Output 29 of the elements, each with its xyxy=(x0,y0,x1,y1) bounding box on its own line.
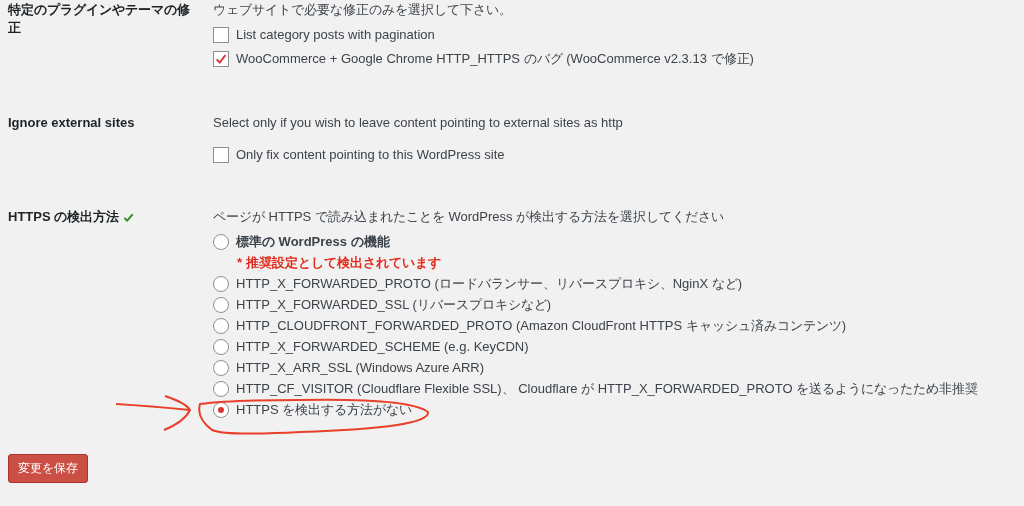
option-label: HTTP_CLOUDFRONT_FORWARDED_PROTO (Amazon CloudFront HTTPS キャッシュ済みコンテンツ) xyxy=(236,317,847,335)
option-label: HTTP_CF_VISITOR (Cloudflare Flexible SSL)、 Cloudflare が HTTP_X_FORWARDED_PROTO を送るようになったため非推奨 xyxy=(236,380,979,398)
save-button[interactable]: 変更を保存 xyxy=(8,454,88,483)
option-label: WooCommerce + Google Chrome HTTP_HTTPS のバグ (WooCommerce v2.3.13 で修正) xyxy=(236,50,754,68)
description: ウェブサイトで必要な修正のみを選択して下さい。 xyxy=(213,1,513,19)
setting-label: 特定のプラグインやテーマの修正 xyxy=(8,1,191,37)
checkbox[interactable] xyxy=(213,50,229,67)
option-label: Only fix content pointing to this WordPress site xyxy=(236,146,505,164)
radio-button[interactable] xyxy=(213,359,229,376)
radio-button[interactable] xyxy=(213,380,229,397)
setting-label: HTTPS の検出方法 xyxy=(8,208,120,226)
setting-label: Ignore external sites xyxy=(8,114,135,132)
warning-note: * 推奨設定として検出されています xyxy=(237,254,442,272)
radio-button[interactable] xyxy=(213,317,229,334)
option-label: HTTP_X_FORWARDED_PROTO (ロードバランサー、リバースプロキシ、NginX など) xyxy=(236,275,743,293)
option-label: HTTP_X_ARR_SSL (Windows Azure ARR) xyxy=(236,359,485,377)
checkbox[interactable] xyxy=(213,146,229,163)
checkbox[interactable] xyxy=(213,26,229,43)
option-label: List category posts with pagination xyxy=(236,26,435,44)
radio-button[interactable] xyxy=(213,275,229,292)
option-label: 標準の WordPress の機能 xyxy=(236,233,390,251)
option-label: HTTPS を検出する方法がない xyxy=(236,401,413,419)
description: ページが HTTPS で読み込まれたことを WordPress が検出する方法を選択してください xyxy=(213,208,726,226)
radio-button[interactable] xyxy=(213,233,229,250)
radio-button[interactable] xyxy=(213,338,229,355)
option-label: HTTP_X_FORWARDED_SSL (リバースプロキシなど) xyxy=(236,296,552,314)
radio-button[interactable] xyxy=(213,296,229,313)
option-label: HTTP_X_FORWARDED_SCHEME (e.g. KeyCDN) xyxy=(236,338,529,356)
description: Select only if you wish to leave content pointing to external sites as http xyxy=(213,114,623,132)
